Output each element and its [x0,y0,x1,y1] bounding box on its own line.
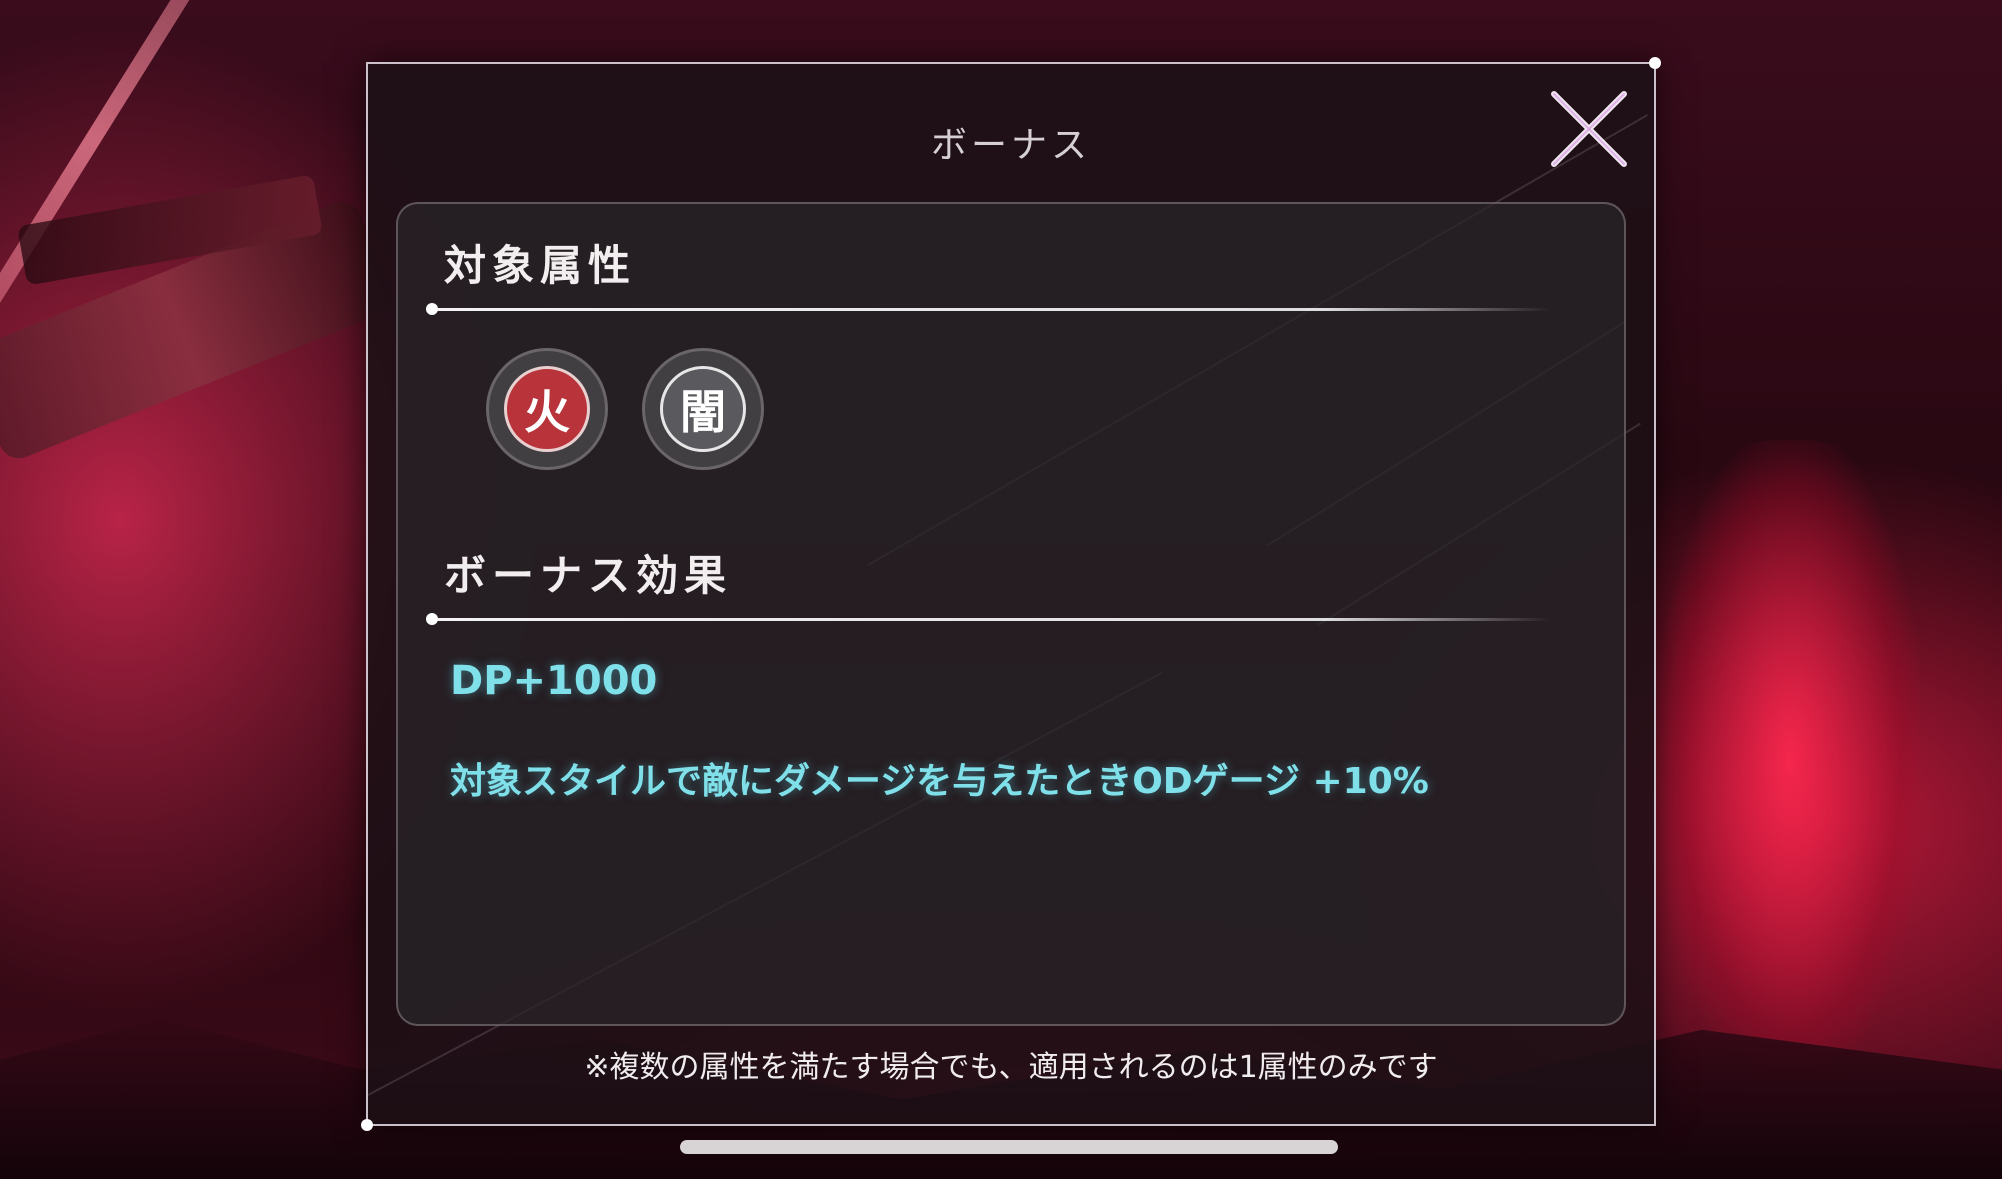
background-dragon [1660,440,1920,1080]
home-indicator[interactable] [680,1140,1338,1154]
bonus-effect-dp: DP+1000 [450,658,658,704]
corner-dot-top-right [1649,57,1661,69]
fire-attribute-label: 火 [504,366,590,452]
divider-dot [426,303,438,315]
target-attributes-heading: 対象属性 [444,241,637,290]
section-divider [426,613,1550,625]
footer-note: ※複数の属性を満たす場合でも、適用されるのは1属性のみです [584,1050,1438,1085]
bonus-effects-heading: ボーナス効果 [444,551,733,600]
section-divider [426,303,1550,315]
divider-dot [426,613,438,625]
fire-attribute-icon: 火 [486,348,608,470]
bonus-panel: 対象属性 火 闇 ボーナス効果 DP+1000 対象スタイルで敵にダメージを与え… [396,202,1626,1026]
bonus-effect-od-gauge: 対象スタイルで敵にダメージを与えたときODゲージ +10% [450,761,1429,802]
dialog-title: ボーナス [930,125,1091,166]
close-x-icon [1551,91,1627,167]
dark-attribute-label: 闇 [660,366,746,452]
bonus-dialog: ボーナス 対象属性 火 闇 ボーナス効果 DP+1000 対象スタイルで敵にダメ… [361,57,1661,1131]
corner-dot-bottom-left [361,1119,373,1131]
dark-attribute-icon: 闇 [642,348,764,470]
close-button[interactable] [1546,86,1632,172]
